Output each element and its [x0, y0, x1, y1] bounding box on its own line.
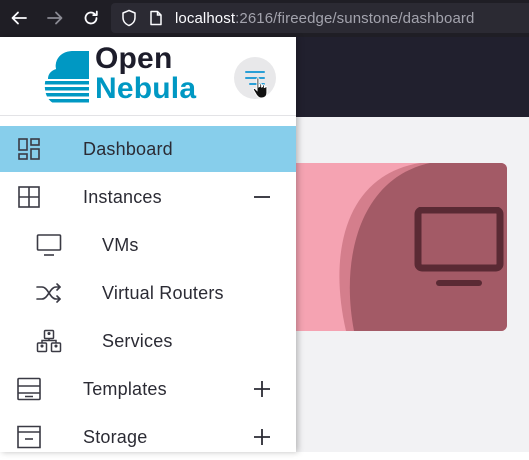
logo-open-text: Open — [95, 42, 173, 75]
sidebar-item-label: Instances — [83, 187, 162, 207]
sidebar-item-label: Services — [102, 331, 173, 351]
toggle-sidebar-button[interactable] — [234, 57, 276, 99]
address-bar[interactable]: localhost:2616/fireedge/sunstone/dashboa… — [111, 3, 529, 33]
browser-toolbar: localhost:2616/fireedge/sunstone/dashboa… — [0, 0, 529, 37]
sidebar-item-virtual-routers[interactable]: Virtual Routers — [0, 270, 296, 316]
sidebar-item-label: Dashboard — [83, 139, 173, 159]
sidebar-item-storage[interactable]: Storage — [0, 414, 296, 460]
services-icon — [36, 329, 62, 353]
monitor-icon — [414, 207, 504, 286]
shield-icon — [122, 9, 136, 27]
arrow-right-icon — [47, 11, 63, 25]
templates-icon — [16, 377, 42, 401]
sidebar-item-services[interactable]: Services — [0, 318, 296, 364]
dashboard-icon — [16, 137, 42, 161]
storage-icon — [16, 425, 42, 449]
reload-icon — [84, 10, 98, 25]
sidebar-item-label: Virtual Routers — [102, 283, 224, 303]
logo-area: Open Nebula — [0, 37, 296, 116]
sidebar: Open Nebula Dashboard Instances VMs Virt… — [0, 37, 296, 452]
monitor-icon — [36, 233, 62, 257]
sidebar-item-label: Templates — [83, 379, 167, 399]
reload-button[interactable] — [80, 7, 102, 29]
forward-button[interactable] — [44, 7, 66, 29]
expand-plus-icon[interactable] — [250, 425, 274, 449]
shuffle-icon — [36, 281, 62, 305]
url-path: :2616/fireedge/sunstone/dashboard — [235, 10, 475, 27]
expand-plus-icon[interactable] — [250, 377, 274, 401]
page-icon — [150, 10, 162, 26]
url-host: localhost — [175, 10, 236, 27]
grid-icon — [16, 185, 42, 209]
sidebar-item-label: VMs — [102, 235, 139, 255]
sidebar-item-vms[interactable]: VMs — [0, 222, 296, 268]
logo-nebula-text: Nebula — [95, 72, 197, 105]
sidebar-item-templates[interactable]: Templates — [0, 366, 296, 412]
sidebar-item-label: Storage — [83, 427, 148, 447]
collapse-minus-icon[interactable] — [250, 185, 274, 209]
sidebar-item-dashboard[interactable]: Dashboard — [0, 126, 296, 172]
vms-summary-card[interactable] — [270, 163, 507, 331]
opennebula-logo-mark — [44, 51, 90, 105]
url-text: localhost:2616/fireedge/sunstone/dashboa… — [175, 10, 474, 27]
sidebar-item-instances[interactable]: Instances — [0, 174, 296, 220]
hand-cursor-icon — [252, 77, 268, 99]
back-button[interactable] — [8, 7, 30, 29]
logo-wordmark: Open Nebula — [95, 44, 196, 104]
arrow-left-icon — [11, 11, 27, 25]
